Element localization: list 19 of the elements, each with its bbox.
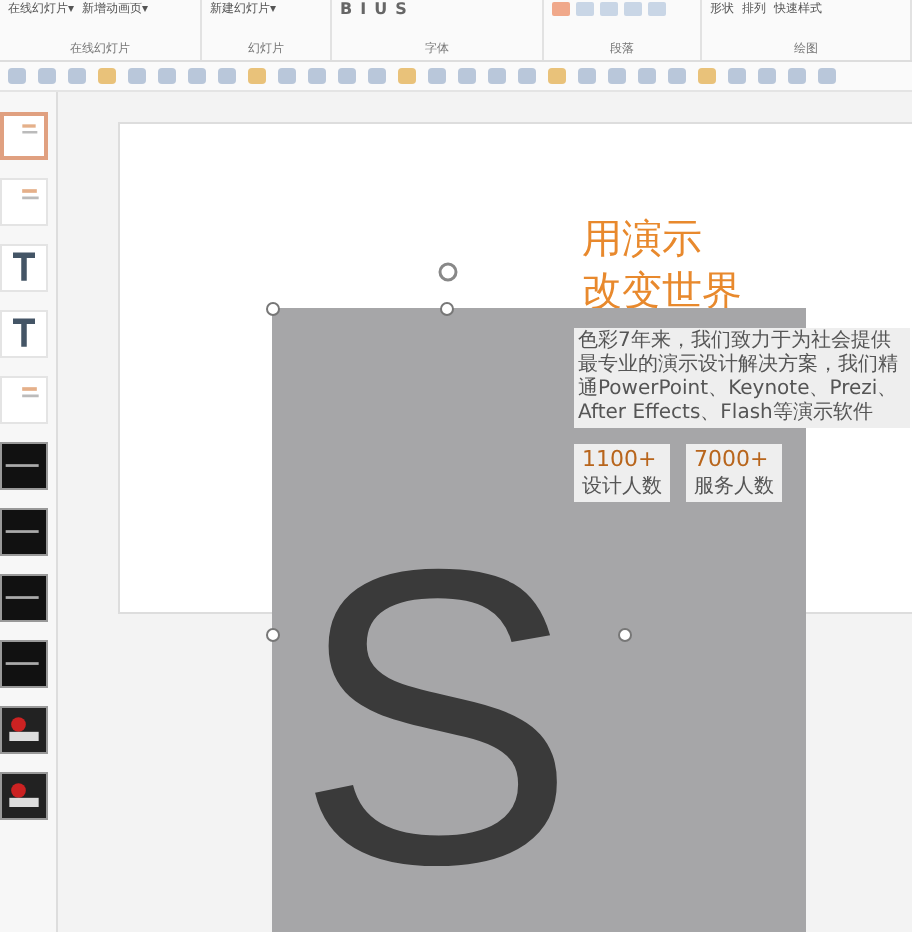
slide-thumbnail[interactable] — [0, 442, 48, 490]
stat-label: 设计人数 — [582, 473, 662, 500]
stat-value: 1100+ — [582, 446, 659, 472]
ribbon-button[interactable]: B — [340, 2, 353, 16]
ribbon-button[interactable]: I — [360, 2, 367, 16]
ribbon-button[interactable]: U — [374, 2, 388, 16]
rotate-handle-icon[interactable] — [436, 260, 460, 284]
slide-thumbnail[interactable] — [0, 112, 48, 160]
slide-thumbnail[interactable] — [0, 640, 48, 688]
slide-thumbnail[interactable] — [0, 508, 48, 556]
slide-thumbnail[interactable] — [0, 772, 48, 820]
slide-thumbnail[interactable] — [0, 574, 48, 622]
slide-thumbnail[interactable] — [0, 706, 48, 754]
resize-handle[interactable] — [266, 628, 280, 642]
slide-body-text: 色彩7年来，我们致力于为社会提供最专业的演示设计解决方案，我们精通PowerPoint、Keynote、Prezi、After Effects、Flash等演示软件 — [574, 328, 910, 428]
stat-value: 7000+ — [694, 446, 771, 472]
big-letter: S — [296, 508, 577, 928]
ribbon-button[interactable]: S — [395, 2, 407, 16]
stat-label: 服务人数 — [694, 474, 774, 500]
